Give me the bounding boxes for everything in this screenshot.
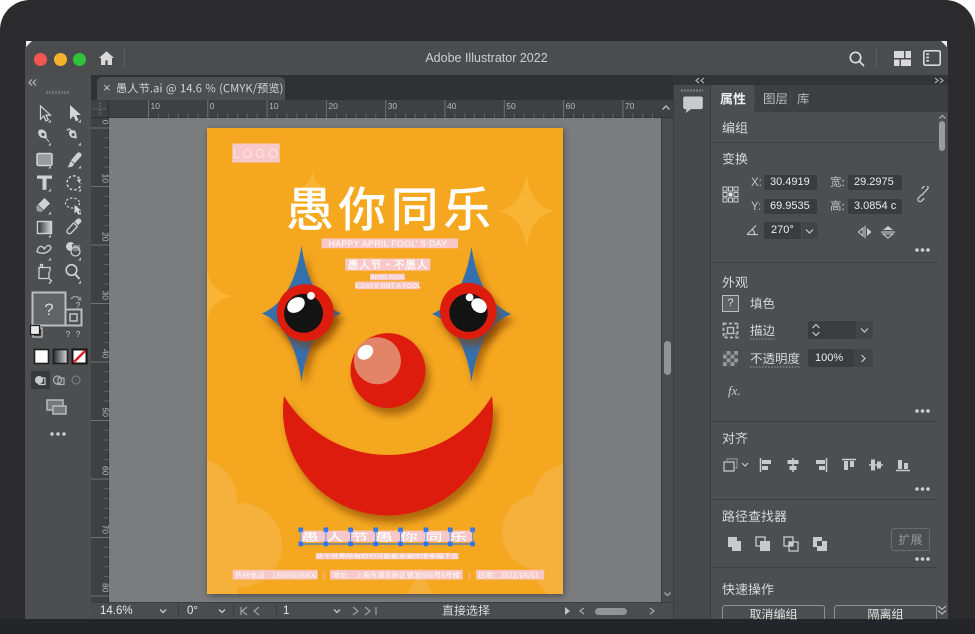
svg-text:10: 10 [101,174,110,184]
svg-text:0: 0 [210,101,215,111]
svg-text:10: 10 [269,101,279,111]
svg-text:?: ? [66,330,71,339]
svg-text:40: 40 [447,101,457,111]
svg-text:70: 70 [625,101,635,111]
svg-text:60: 60 [101,466,110,476]
svg-text:50: 50 [101,408,110,418]
svg-text:?: ? [44,300,53,319]
svg-text:LOGO: LOGO [233,146,281,161]
svg-text:5 DAYS NOT A FOOL: 5 DAYS NOT A FOOL [355,284,422,290]
svg-text:60: 60 [566,101,576,111]
svg-text:|: | [468,570,470,580]
svg-text:APRIL FOOL: APRIL FOOL [371,275,406,281]
svg-text:|: | [323,570,325,580]
svg-text:0: 0 [101,120,110,125]
svg-text:80: 80 [101,583,110,593]
svg-text:20: 20 [328,101,338,111]
svg-text:30: 30 [101,291,110,301]
svg-text:?: ? [76,330,81,339]
svg-text:?: ? [76,301,81,310]
svg-text:70: 70 [101,525,110,535]
svg-text:50: 50 [506,101,516,111]
svg-text:40: 40 [101,349,110,359]
svg-text:10: 10 [151,101,161,111]
svg-text:HAPPY APRIL FOOL’ S DAY: HAPPY APRIL FOOL’ S DAY [329,239,448,249]
svg-text:?: ? [736,324,740,330]
svg-text:30: 30 [388,101,398,111]
svg-text:20: 20 [101,232,110,242]
